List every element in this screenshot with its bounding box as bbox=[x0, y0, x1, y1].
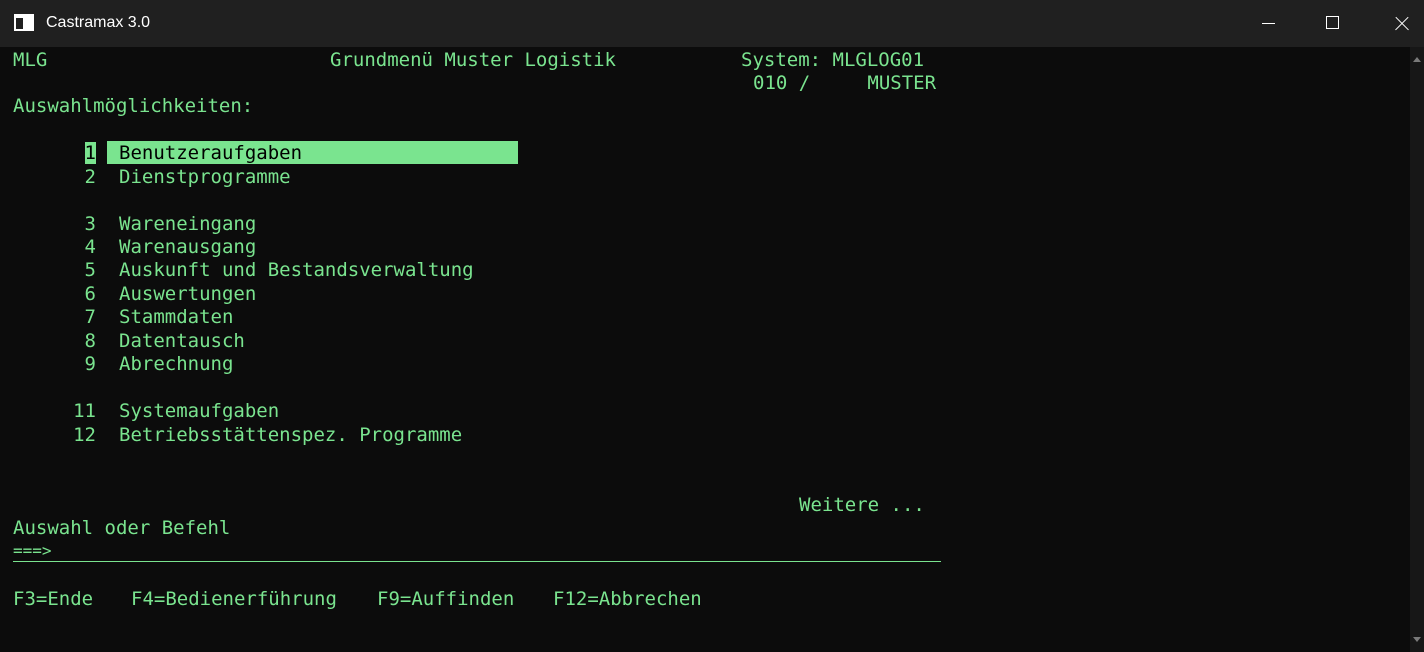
menu-number: 7 bbox=[84, 306, 96, 328]
menu-number: 9 bbox=[84, 353, 96, 375]
minimize-button[interactable] bbox=[1233, 0, 1301, 47]
minimize-icon bbox=[1262, 23, 1275, 24]
options-heading: Auswahlmöglichkeiten: bbox=[13, 95, 254, 117]
command-prompt: ===> bbox=[13, 541, 52, 560]
system-code: MLG bbox=[13, 49, 48, 71]
menu-number: 6 bbox=[84, 283, 96, 305]
system-name: System: MLGLOG01 bbox=[741, 49, 925, 71]
menu-item-warenausgang[interactable]: Warenausgang bbox=[119, 236, 256, 258]
terminal-screen: MLG Grundmenü Muster Logistik System: ML… bbox=[0, 47, 1410, 652]
fkey-f12-cancel[interactable]: F12=Abbrechen bbox=[553, 588, 702, 610]
close-button[interactable] bbox=[1366, 0, 1424, 47]
window-title: Castramax 3.0 bbox=[46, 14, 151, 31]
fkey-f3-exit[interactable]: F3=Ende bbox=[13, 588, 93, 610]
menu-item-datentausch[interactable]: Datentausch bbox=[119, 330, 245, 352]
maximize-button[interactable] bbox=[1299, 0, 1367, 47]
menu-item-betriebsstaetten[interactable]: Betriebsstättenspez. Programme bbox=[119, 424, 462, 446]
menu-number: 8 bbox=[84, 330, 96, 352]
menu-item-benutzeraufgaben[interactable]: Benutzeraufgaben bbox=[119, 142, 303, 164]
menu-number[interactable]: 1 bbox=[56, 142, 96, 164]
menu-number: 2 bbox=[84, 166, 96, 188]
command-underline bbox=[13, 561, 941, 562]
menu-item-abrechnung[interactable]: Abrechnung bbox=[119, 353, 233, 375]
terminal-window-icon bbox=[14, 14, 34, 31]
vertical-scrollbar[interactable] bbox=[1410, 47, 1424, 652]
menu-number: 3 bbox=[84, 213, 96, 235]
scroll-down-arrow-icon[interactable] bbox=[1413, 637, 1421, 642]
fkey-f4-prompt[interactable]: F4=Bedienerführung bbox=[131, 588, 337, 610]
menu-item-stammdaten[interactable]: Stammdaten bbox=[119, 306, 233, 328]
menu-item-auswertungen[interactable]: Auswertungen bbox=[119, 283, 256, 305]
scroll-up-arrow-icon[interactable] bbox=[1413, 57, 1421, 62]
maximize-icon bbox=[1326, 16, 1339, 29]
command-label: Auswahl oder Befehl bbox=[13, 517, 231, 539]
window-titlebar: Castramax 3.0 bbox=[0, 0, 1424, 47]
menu-number: 11 bbox=[73, 400, 96, 422]
more-indicator: Weitere ... bbox=[799, 494, 925, 516]
menu-number: 12 bbox=[73, 424, 96, 446]
menu-item-systemaufgaben[interactable]: Systemaufgaben bbox=[119, 400, 279, 422]
screen-title: Grundmenü Muster Logistik bbox=[330, 49, 616, 71]
menu-item-wareneingang[interactable]: Wareneingang bbox=[119, 213, 256, 235]
menu-number: 5 bbox=[84, 259, 96, 281]
menu-item-dienstprogramme[interactable]: Dienstprogramme bbox=[119, 166, 291, 188]
menu-number: 4 bbox=[84, 236, 96, 258]
session-info: 010 / MUSTER bbox=[753, 72, 937, 94]
menu-item-auskunft[interactable]: Auskunft und Bestandsverwaltung bbox=[119, 259, 474, 281]
fkey-f9-retrieve[interactable]: F9=Auffinden bbox=[377, 588, 514, 610]
command-input[interactable] bbox=[64, 541, 934, 561]
